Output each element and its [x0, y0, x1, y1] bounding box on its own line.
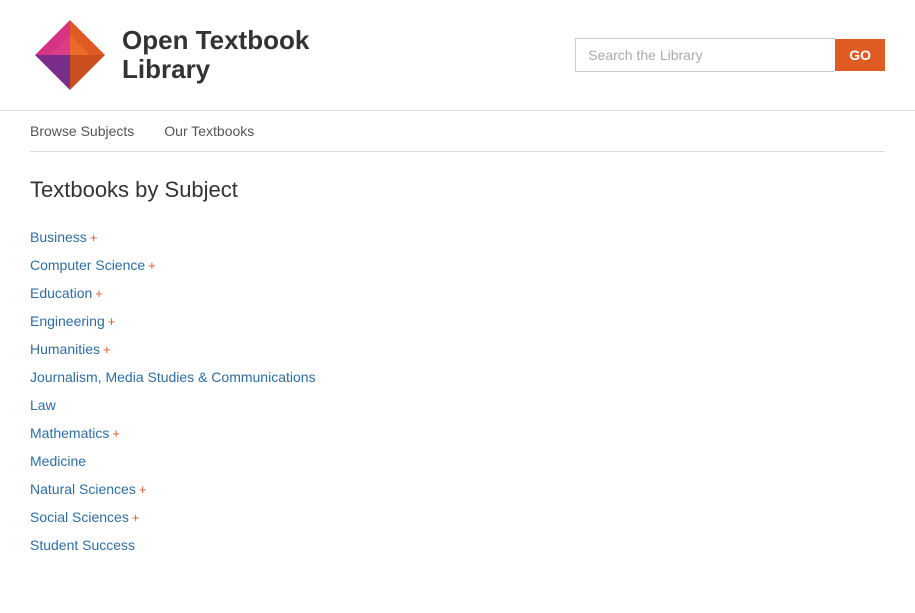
search-area: GO — [575, 38, 885, 72]
subject-list: Business+Computer Science+Education+Engi… — [30, 223, 885, 559]
list-item: Business+ — [30, 223, 885, 251]
subject-link[interactable]: Natural Sciences — [30, 481, 136, 497]
list-item: Education+ — [30, 279, 885, 307]
subject-link[interactable]: Education — [30, 285, 92, 301]
list-item: Medicine — [30, 447, 885, 475]
logo-area: Open Textbook Library — [30, 15, 309, 95]
page-title: Textbooks by Subject — [30, 177, 885, 203]
expand-icon[interactable]: + — [90, 230, 98, 245]
expand-icon[interactable]: + — [132, 510, 140, 525]
subject-link[interactable]: Mathematics — [30, 425, 109, 441]
subject-link[interactable]: Computer Science — [30, 257, 145, 273]
expand-icon[interactable]: + — [103, 342, 111, 357]
main-content: Textbooks by Subject Business+Computer S… — [0, 152, 915, 584]
subject-link[interactable]: Engineering — [30, 313, 105, 329]
expand-icon[interactable]: + — [95, 286, 103, 301]
subject-link[interactable]: Medicine — [30, 453, 86, 469]
list-item: Computer Science+ — [30, 251, 885, 279]
nav-browse-subjects[interactable]: Browse Subjects — [30, 111, 134, 151]
list-item: Journalism, Media Studies & Communicatio… — [30, 363, 885, 391]
list-item: Engineering+ — [30, 307, 885, 335]
search-button[interactable]: GO — [835, 39, 885, 71]
expand-icon[interactable]: + — [112, 426, 120, 441]
nav-bar: Browse Subjects Our Textbooks — [0, 110, 915, 151]
subject-link[interactable]: Business — [30, 229, 87, 245]
site-header: Open Textbook Library GO — [0, 0, 915, 110]
expand-icon[interactable]: + — [148, 258, 156, 273]
subject-link[interactable]: Social Sciences — [30, 509, 129, 525]
list-item: Mathematics+ — [30, 419, 885, 447]
list-item: Law — [30, 391, 885, 419]
list-item: Student Success — [30, 531, 885, 559]
logo-text-line2: Library — [122, 55, 309, 84]
list-item: Humanities+ — [30, 335, 885, 363]
search-input[interactable] — [575, 38, 835, 72]
expand-icon[interactable]: + — [139, 482, 147, 497]
subject-link[interactable]: Journalism, Media Studies & Communicatio… — [30, 369, 316, 385]
expand-icon[interactable]: + — [108, 314, 116, 329]
subject-link[interactable]: Humanities — [30, 341, 100, 357]
subject-link[interactable]: Law — [30, 397, 56, 413]
site-logo[interactable] — [30, 15, 110, 95]
logo-text-line1: Open Textbook — [122, 26, 309, 55]
logo-text: Open Textbook Library — [122, 26, 309, 83]
subject-link[interactable]: Student Success — [30, 537, 135, 553]
list-item: Natural Sciences+ — [30, 475, 885, 503]
list-item: Social Sciences+ — [30, 503, 885, 531]
nav-our-textbooks[interactable]: Our Textbooks — [164, 111, 254, 151]
